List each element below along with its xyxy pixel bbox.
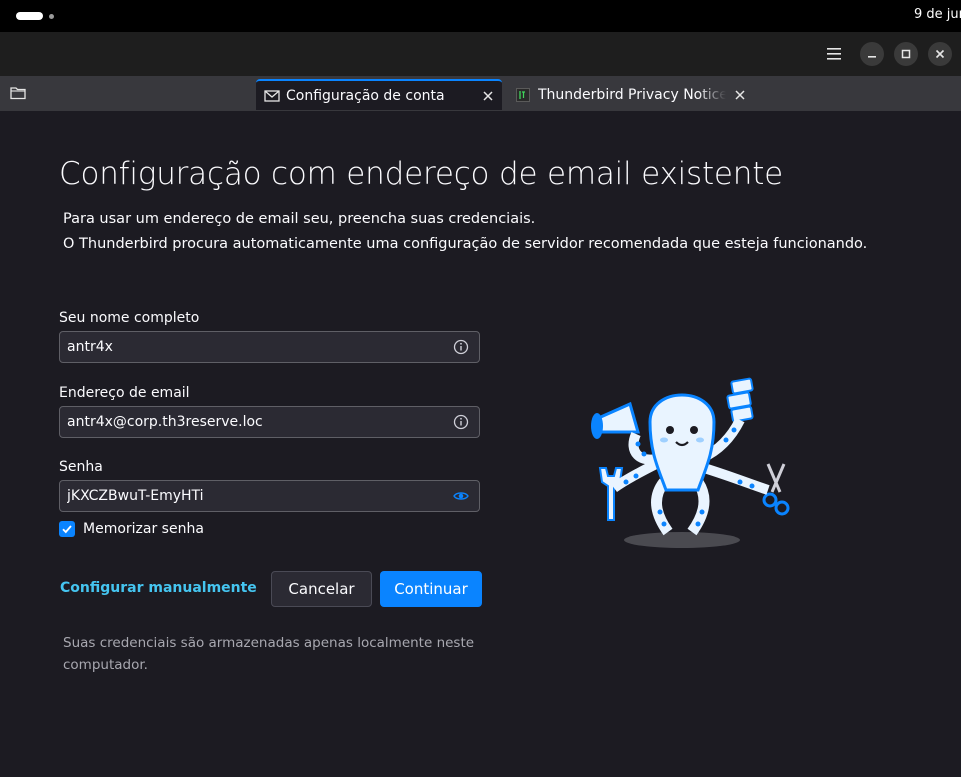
configure-manually-link[interactable]: Configurar manualmente <box>60 580 257 596</box>
workspace-active-pill <box>16 12 43 20</box>
minimize-icon <box>868 56 876 58</box>
mail-icon <box>264 88 280 104</box>
info-icon[interactable] <box>453 339 469 355</box>
password-input[interactable] <box>67 481 437 511</box>
email-input[interactable] <box>67 407 437 437</box>
hamburger-menu-icon <box>827 48 841 60</box>
workspace-dot <box>49 13 54 19</box>
tab-account-setup[interactable]: Configuração de conta <box>256 79 502 110</box>
credentials-note: Suas credenciais são armazenadas apenas … <box>63 635 475 673</box>
maximize-icon <box>901 49 911 59</box>
checkmark-icon <box>62 525 72 534</box>
password-label: Senha <box>59 459 103 475</box>
window-title-bar <box>0 32 961 76</box>
app-menu-button[interactable] <box>822 42 846 66</box>
email-field[interactable] <box>59 406 480 438</box>
eye-icon[interactable] <box>453 488 469 504</box>
activities-indicator[interactable] <box>16 12 54 20</box>
info-icon[interactable] <box>453 414 469 430</box>
close-icon <box>483 90 493 101</box>
password-field[interactable] <box>59 480 480 512</box>
intro-text: Para usar um endereço de email seu, pree… <box>63 207 867 257</box>
remember-password-label: Memorizar senha <box>83 521 204 537</box>
tab-close-button[interactable] <box>732 87 748 103</box>
page-title: Configuração com endereço de email exist… <box>59 156 784 192</box>
close-icon <box>935 49 945 59</box>
cards-icon <box>726 377 754 423</box>
minimize-button[interactable] <box>860 42 884 66</box>
folder-pane-button[interactable] <box>10 85 30 103</box>
close-icon <box>735 89 745 100</box>
intro-line-2: O Thunderbird procura automaticamente um… <box>63 236 868 252</box>
remember-password-checkbox[interactable] <box>59 521 75 537</box>
system-clock[interactable]: 9 de jun <box>914 7 961 22</box>
close-window-button[interactable] <box>928 42 952 66</box>
tab-label: Configuração de conta <box>286 87 445 104</box>
tab-privacy-notice[interactable]: Thunderbird Privacy Notice — Mozilla <box>508 79 754 110</box>
folder-icon <box>10 87 26 100</box>
intro-line-1: Para usar um endereço de email seu, pree… <box>63 211 536 227</box>
wrench-icon <box>598 467 624 521</box>
cancel-button[interactable]: Cancelar <box>271 571 372 607</box>
tab-close-button[interactable] <box>480 88 496 104</box>
maximize-button[interactable] <box>894 42 918 66</box>
full-name-input[interactable] <box>67 332 437 362</box>
full-name-field[interactable] <box>59 331 480 363</box>
tab-bar: Configuração de conta Thunderbird Privac… <box>0 76 961 111</box>
email-label: Endereço de email <box>59 385 190 401</box>
remember-password-row[interactable]: Memorizar senha <box>59 521 204 537</box>
continue-button[interactable]: Continuar <box>380 571 482 607</box>
system-top-bar: 9 de jun <box>0 0 961 32</box>
terminal-icon <box>516 87 532 103</box>
octopus-mascot-illustration <box>591 377 790 548</box>
tab-label: Thunderbird Privacy Notice — Mozilla <box>538 86 726 103</box>
full-name-label: Seu nome completo <box>59 310 200 326</box>
